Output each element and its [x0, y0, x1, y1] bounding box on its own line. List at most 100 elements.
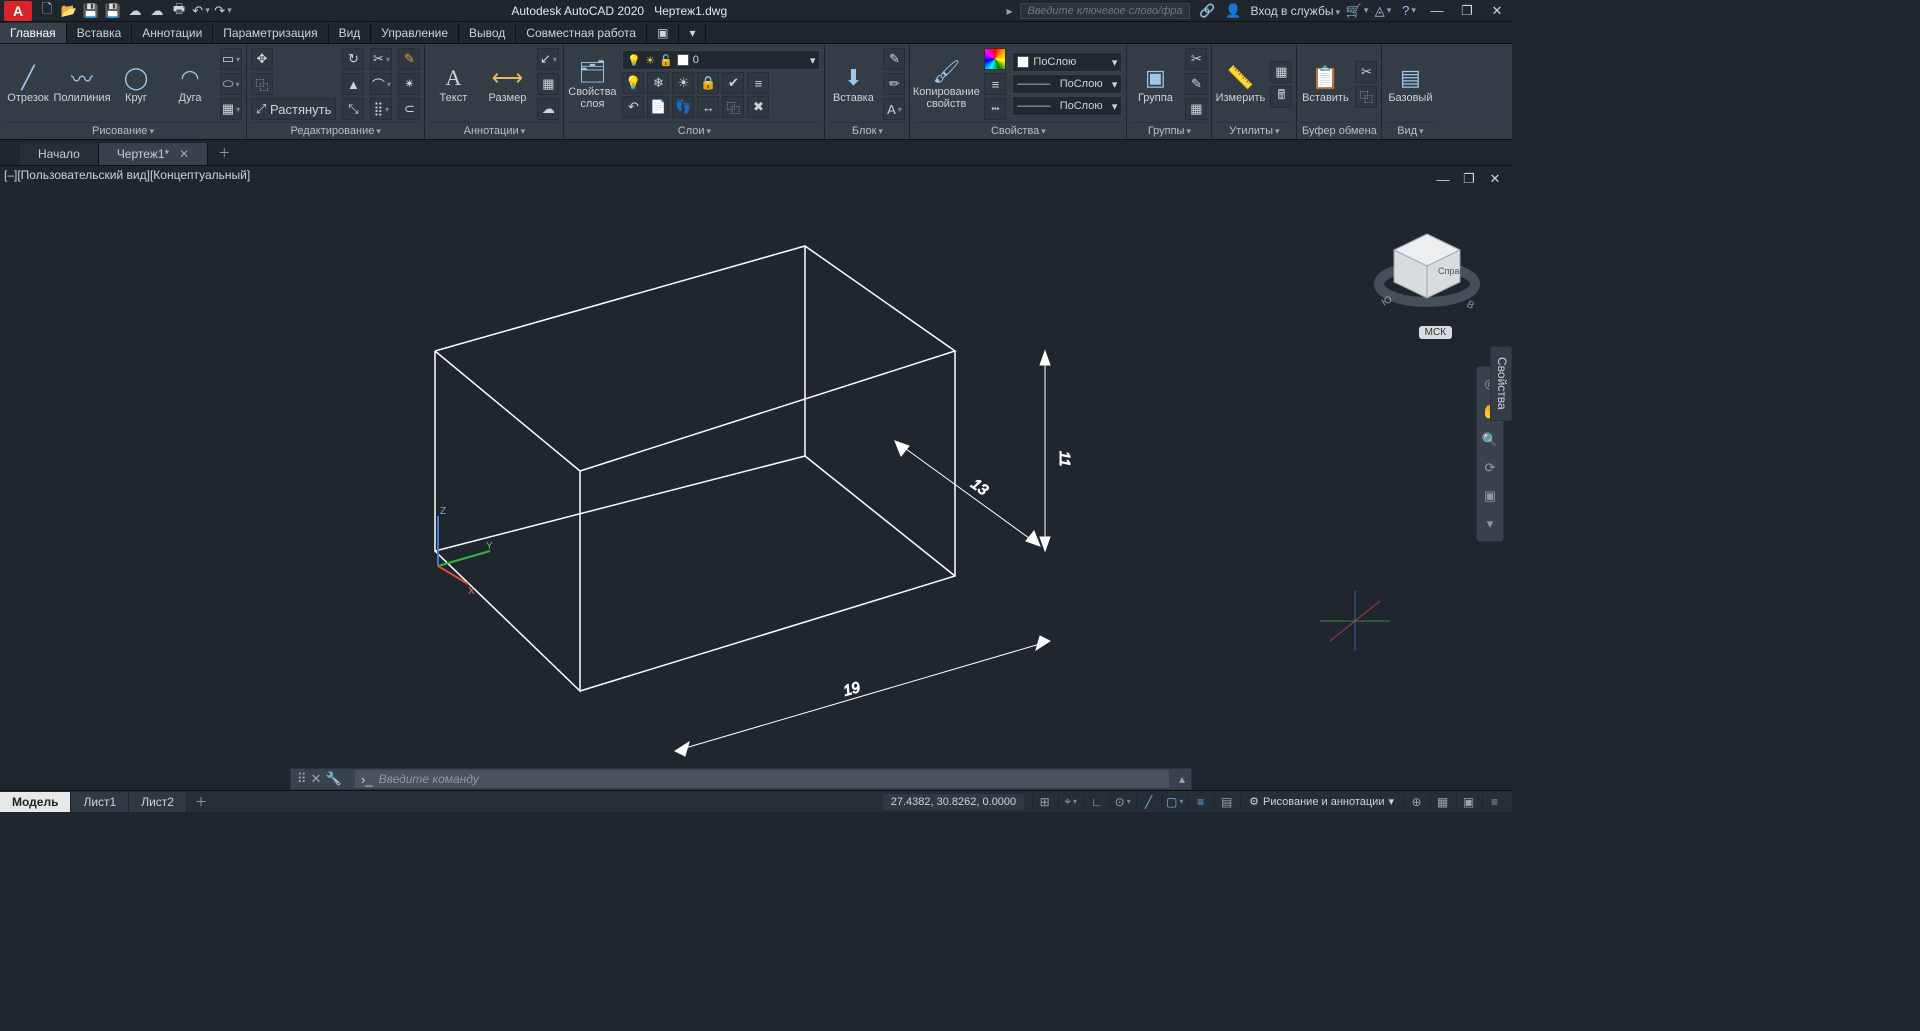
measure-button[interactable]: 📏Измерить [1216, 49, 1264, 119]
quick-calc-button[interactable]: 🖩 [1270, 86, 1292, 108]
panel-groups-title[interactable]: Группы [1131, 122, 1207, 139]
ortho-toggle[interactable]: ∟ [1084, 793, 1108, 811]
layer-off-button[interactable]: 💡 [622, 72, 644, 94]
help-icon[interactable]: ? [1400, 2, 1418, 20]
coordinates-readout[interactable]: 27.4382, 30.8262, 0.0000 [883, 794, 1024, 810]
layer-lock-button[interactable]: 🔒 [697, 72, 719, 94]
block-edit-button[interactable]: ✏ [883, 73, 905, 95]
circle-button[interactable]: ◯Круг [112, 49, 160, 119]
panel-clipboard-title[interactable]: Буфер обмена [1301, 122, 1377, 139]
paste-button[interactable]: 📋Вставить [1301, 49, 1349, 119]
dimension-button[interactable]: ⟷Размер [483, 49, 531, 119]
signin-button[interactable]: Вход в службы [1250, 4, 1340, 18]
add-layout-button[interactable]: ＋ [187, 790, 215, 813]
text-button[interactable]: AТекст [429, 49, 477, 119]
add-tab-button[interactable]: ＋ [208, 140, 240, 165]
layer-delete-button[interactable]: ✖ [747, 96, 769, 118]
tab-featured-apps[interactable]: ▣ [647, 23, 679, 43]
open-icon[interactable]: 📂 [60, 2, 78, 20]
layer-state-button[interactable]: 📄 [647, 96, 669, 118]
rectangle-button[interactable]: ▭ [220, 48, 242, 70]
polyline-button[interactable]: 〰Полилиния [58, 49, 106, 119]
tab-output[interactable]: Вывод [459, 23, 516, 43]
grid-toggle[interactable]: ⊞ [1032, 793, 1056, 811]
cmd-customize-icon[interactable]: 🔧 [325, 771, 341, 787]
rotate-button[interactable]: ↻ [342, 48, 364, 70]
scale-button[interactable]: ⤡ [342, 98, 364, 120]
block-attr-button[interactable]: A [883, 98, 905, 120]
tab-home[interactable]: Главная [0, 23, 67, 43]
tab-parametric[interactable]: Параметризация [213, 23, 328, 43]
cloud-save-icon[interactable]: ☁ [148, 2, 166, 20]
layer-prev-button[interactable]: ↶ [622, 96, 644, 118]
cut-button[interactable]: ✂ [1355, 61, 1377, 83]
mirror-button[interactable]: ▲ [342, 73, 364, 95]
array-button[interactable]: ⣿ [370, 98, 392, 120]
trim-button[interactable]: ✂ [370, 48, 392, 70]
cmd-close-icon[interactable]: ✕ [311, 771, 322, 787]
move-button[interactable]: ✥ [251, 48, 273, 70]
save-icon[interactable]: 💾 [82, 2, 100, 20]
file-tab-drawing[interactable]: Чертеж1* ✕ [99, 143, 208, 165]
leader-button[interactable]: ↙ [537, 48, 559, 70]
layer-freeze-button[interactable]: ☀ [672, 72, 694, 94]
ribbon-expand-icon[interactable]: ▾ [679, 23, 706, 43]
layer-change-button[interactable]: ↔ [697, 96, 719, 118]
tab-manage[interactable]: Управление [371, 23, 459, 43]
properties-palette-tab[interactable]: Свойства [1490, 346, 1512, 421]
layer-match-button[interactable]: ≡ [747, 72, 769, 94]
redo-icon[interactable]: ↷ [214, 2, 232, 20]
linetype-select[interactable]: ———ПоСлою▾ [1012, 96, 1122, 116]
cloud-button[interactable]: ☁ [537, 98, 559, 120]
restore-button[interactable]: ❐ [1456, 2, 1478, 20]
appstore-icon[interactable]: 🛒 [1348, 2, 1366, 20]
panel-layers-title[interactable]: Слои [568, 122, 820, 139]
offset-button[interactable]: ⊂ [398, 98, 420, 120]
copy-button[interactable]: ⿻ [251, 73, 273, 95]
minimize-button[interactable]: — [1426, 2, 1448, 20]
panel-modify-title[interactable]: Редактирование [251, 122, 420, 139]
app-logo[interactable]: A [4, 1, 32, 21]
fillet-button[interactable]: ⌒ [370, 73, 392, 95]
cloud-open-icon[interactable]: ☁ [126, 2, 144, 20]
viewcube[interactable]: Справа Ю В [1372, 216, 1482, 326]
color-wheel-icon[interactable] [984, 48, 1006, 70]
file-tab-start[interactable]: Начало [20, 143, 99, 165]
undo-icon[interactable]: ↶ [192, 2, 210, 20]
cmd-grip-icon[interactable]: ⠿ [297, 771, 307, 787]
ungroup-button[interactable]: ✂ [1185, 48, 1207, 70]
osnap-toggle[interactable]: ▢ [1162, 793, 1186, 811]
drawing-area[interactable]: [–][Пользовательский вид][Концептуальный… [0, 166, 1512, 768]
customize-status-icon[interactable]: ≡ [1482, 793, 1506, 811]
polar-toggle[interactable]: ⊙ [1110, 793, 1134, 811]
panel-annot-title[interactable]: Аннотации [429, 122, 559, 139]
hatch-button[interactable]: ▦ [220, 98, 242, 120]
lineweight-select[interactable]: ———ПоСлою▾ [1012, 74, 1122, 94]
annotation-monitor-toggle[interactable]: ⊕ [1404, 793, 1428, 811]
tab-view[interactable]: Вид [329, 23, 372, 43]
layer-properties-button[interactable]: 🗂Свойства слоя [568, 49, 616, 119]
snap-toggle[interactable]: ⌖ [1058, 793, 1082, 811]
layer-walk-button[interactable]: 👣 [672, 96, 694, 118]
table-button[interactable]: ▦ [537, 73, 559, 95]
stretch-button[interactable]: ⤢ Растянуть [251, 98, 336, 120]
panel-block-title[interactable]: Блок [829, 122, 905, 139]
layer-iso-button[interactable]: ❄ [647, 72, 669, 94]
layout-tab-model[interactable]: Модель [0, 792, 71, 812]
zoom-icon[interactable]: 🔍 [1477, 429, 1503, 451]
color-select[interactable]: ПоСлою▾ [1012, 52, 1122, 72]
quick-props-toggle[interactable]: ▣ [1456, 793, 1480, 811]
tab-collab[interactable]: Совместная работа [516, 23, 647, 43]
tab-annotate[interactable]: Аннотации [132, 23, 213, 43]
select-all-button[interactable]: ▦ [1270, 61, 1292, 83]
erase-button[interactable]: ✎ [398, 48, 420, 70]
connect-icon[interactable]: 🔗 [1198, 2, 1216, 20]
panel-view-title[interactable]: Вид [1386, 122, 1434, 139]
panel-draw-title[interactable]: Рисование [4, 122, 242, 139]
wcs-badge[interactable]: МСК [1419, 326, 1452, 339]
explode-button[interactable]: ✴ [398, 73, 420, 95]
workspace-switcher[interactable]: ⚙ Рисование и аннотации ▾ [1240, 795, 1402, 808]
base-view-button[interactable]: ▤Базовый [1386, 49, 1434, 119]
tab-insert[interactable]: Вставка [67, 23, 133, 43]
plot-icon[interactable]: 🖶 [170, 2, 188, 20]
